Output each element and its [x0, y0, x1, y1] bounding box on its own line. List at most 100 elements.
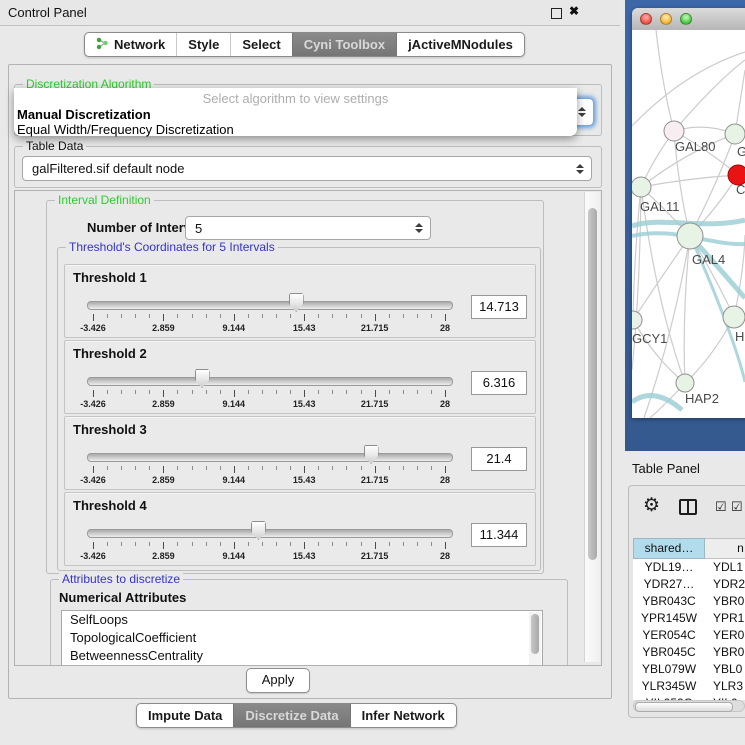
tab-discretize-data[interactable]: Discretize Data: [233, 704, 349, 727]
float-window-icon[interactable]: [551, 8, 562, 19]
table-cell[interactable]: YLR3: [705, 678, 745, 695]
gear-icon[interactable]: ⚙: [643, 494, 660, 517]
mac-zoom-icon[interactable]: [680, 13, 692, 25]
threshold-label: Threshold 2: [73, 346, 147, 361]
list-item-topologicalcoefficient[interactable]: TopologicalCoefficient: [62, 629, 542, 647]
threshold-slider-track[interactable]: [87, 453, 453, 462]
tick-mark: [389, 314, 390, 318]
list-item-betweennesscentrality[interactable]: BetweennessCentrality: [62, 647, 542, 665]
table-row[interactable]: YBL079WYBL0: [633, 661, 745, 678]
threshold-value-field[interactable]: 6.316: [471, 371, 527, 395]
number-of-intervals-spinner[interactable]: 5: [185, 216, 431, 240]
dropdown-option-equal-width-frequency-discretization[interactable]: Equal Width/Frequency Discretization: [14, 122, 577, 137]
network-edge[interactable]: [656, 30, 674, 131]
apply-button[interactable]: Apply: [246, 668, 310, 693]
table-data-combobox[interactable]: galFiltered.sif default node: [22, 156, 592, 181]
threshold-value-field[interactable]: 21.4: [471, 447, 527, 471]
threshold-value-field[interactable]: 14.713: [471, 295, 527, 319]
tab-impute-data[interactable]: Impute Data: [137, 704, 233, 727]
network-node-h[interactable]: [723, 306, 745, 328]
tick-mark: [135, 466, 136, 470]
table-row[interactable]: YER054CYER0: [633, 627, 745, 644]
network-edge[interactable]: [633, 236, 690, 320]
network-edge[interactable]: [734, 235, 745, 317]
network-window-titlebar[interactable]: [632, 8, 745, 31]
network-edge[interactable]: [684, 236, 690, 383]
split-columns-icon[interactable]: [679, 499, 697, 515]
table-cell[interactable]: YBR043C: [633, 593, 705, 610]
network-node-gal80[interactable]: [664, 121, 684, 141]
checkbox-icon[interactable]: ☑: [731, 499, 743, 515]
tick-label: 21.715: [361, 475, 389, 485]
settings-scroll-panel: Interval Definition Number of Intervals …: [14, 190, 602, 666]
threshold-panel-4: Threshold 4-3.4262.8599.14415.4321.71528…: [64, 492, 536, 566]
network-node-gcy1[interactable]: [632, 311, 642, 329]
column-header-shared[interactable]: shared…: [633, 538, 705, 559]
tick-mark: [121, 542, 122, 546]
table-row[interactable]: YDL19…YDL1: [633, 559, 745, 576]
tab-cyni-toolbox[interactable]: Cyni Toolbox: [292, 33, 396, 56]
tick-mark: [163, 466, 164, 473]
threshold-slider-track[interactable]: [87, 301, 453, 310]
network-edge[interactable]: [632, 396, 682, 410]
table-cell[interactable]: YBR0: [705, 593, 745, 610]
threshold-value-field[interactable]: 11.344: [471, 523, 527, 547]
table-horizontal-scrollbar[interactable]: [633, 700, 745, 712]
dropdown-option-manual-discretization[interactable]: Manual Discretization: [14, 107, 577, 122]
tick-mark: [121, 466, 122, 470]
list-item-selfloops[interactable]: SelfLoops: [62, 611, 542, 629]
tab-jactivemnodules[interactable]: jActiveMNodules: [396, 33, 524, 56]
table-cell[interactable]: YBR0: [705, 644, 745, 661]
threshold-slider-track[interactable]: [87, 529, 453, 538]
mac-close-icon[interactable]: [640, 13, 652, 25]
table-data-value: galFiltered.sif default node: [32, 161, 184, 176]
tab-network[interactable]: Network: [85, 33, 176, 56]
network-canvas[interactable]: GAL80G.CGAL11GAL4GCY1HHAP2: [632, 30, 745, 418]
table-panel-toolbar: ⚙ ☑ ☑: [629, 486, 745, 534]
table-cell[interactable]: YBL079W: [633, 661, 705, 678]
network-node-hap2[interactable]: [676, 374, 694, 392]
close-icon[interactable]: ✖: [569, 4, 579, 18]
network-edge[interactable]: [641, 187, 685, 383]
table-cell[interactable]: YER0: [705, 627, 745, 644]
settings-vertical-scrollbar[interactable]: [584, 192, 600, 662]
tab-style[interactable]: Style: [176, 33, 230, 56]
table-row[interactable]: YLR345WYLR3: [633, 678, 745, 695]
tick-mark: [163, 542, 164, 549]
tick-mark: [93, 390, 94, 397]
checkbox-icon[interactable]: ☑: [715, 499, 727, 515]
attributes-list-scrollbar[interactable]: [529, 612, 541, 666]
network-node-g[interactable]: [725, 124, 745, 144]
tick-mark: [248, 390, 249, 394]
network-edge[interactable]: [633, 320, 685, 383]
table-cell[interactable]: YDL1: [705, 559, 745, 576]
network-node-gal4[interactable]: [677, 223, 703, 249]
table-row[interactable]: YBR045CYBR0: [633, 644, 745, 661]
table-cell[interactable]: YDL19…: [633, 559, 705, 576]
threshold-slider-track[interactable]: [87, 377, 453, 386]
column-header-n[interactable]: n: [705, 538, 745, 559]
tick-row: -3.4262.8599.14415.4321.71528: [93, 466, 445, 486]
table-row[interactable]: YPR145WYPR1: [633, 610, 745, 627]
network-node-gal11[interactable]: [632, 177, 651, 197]
table-cell[interactable]: YPR1: [705, 610, 745, 627]
control-panel-titlebar: Control Panel ✖: [0, 0, 620, 26]
table-cell[interactable]: YER054C: [633, 627, 705, 644]
table-row[interactable]: YBR043CYBR0: [633, 593, 745, 610]
table-cell[interactable]: YLR345W: [633, 678, 705, 695]
tick-mark: [121, 314, 122, 318]
tick-mark: [234, 466, 235, 473]
tick-mark: [262, 390, 263, 394]
table-cell[interactable]: YBR045C: [633, 644, 705, 661]
mac-minimize-icon[interactable]: [660, 13, 672, 25]
tab-select[interactable]: Select: [230, 33, 291, 56]
numerical-attributes-list[interactable]: SelfLoopsTopologicalCoefficientBetweenne…: [61, 610, 543, 666]
table-cell[interactable]: YDR2: [705, 576, 745, 593]
table-row[interactable]: YDR27…YDR2: [633, 576, 745, 593]
table-cell[interactable]: YPR145W: [633, 610, 705, 627]
network-edge[interactable]: [674, 60, 745, 131]
tab-infer-network[interactable]: Infer Network: [350, 704, 456, 727]
table-cell[interactable]: YBL0: [705, 661, 745, 678]
tab-label: Discretize Data: [245, 708, 338, 723]
table-cell[interactable]: YDR27…: [633, 576, 705, 593]
